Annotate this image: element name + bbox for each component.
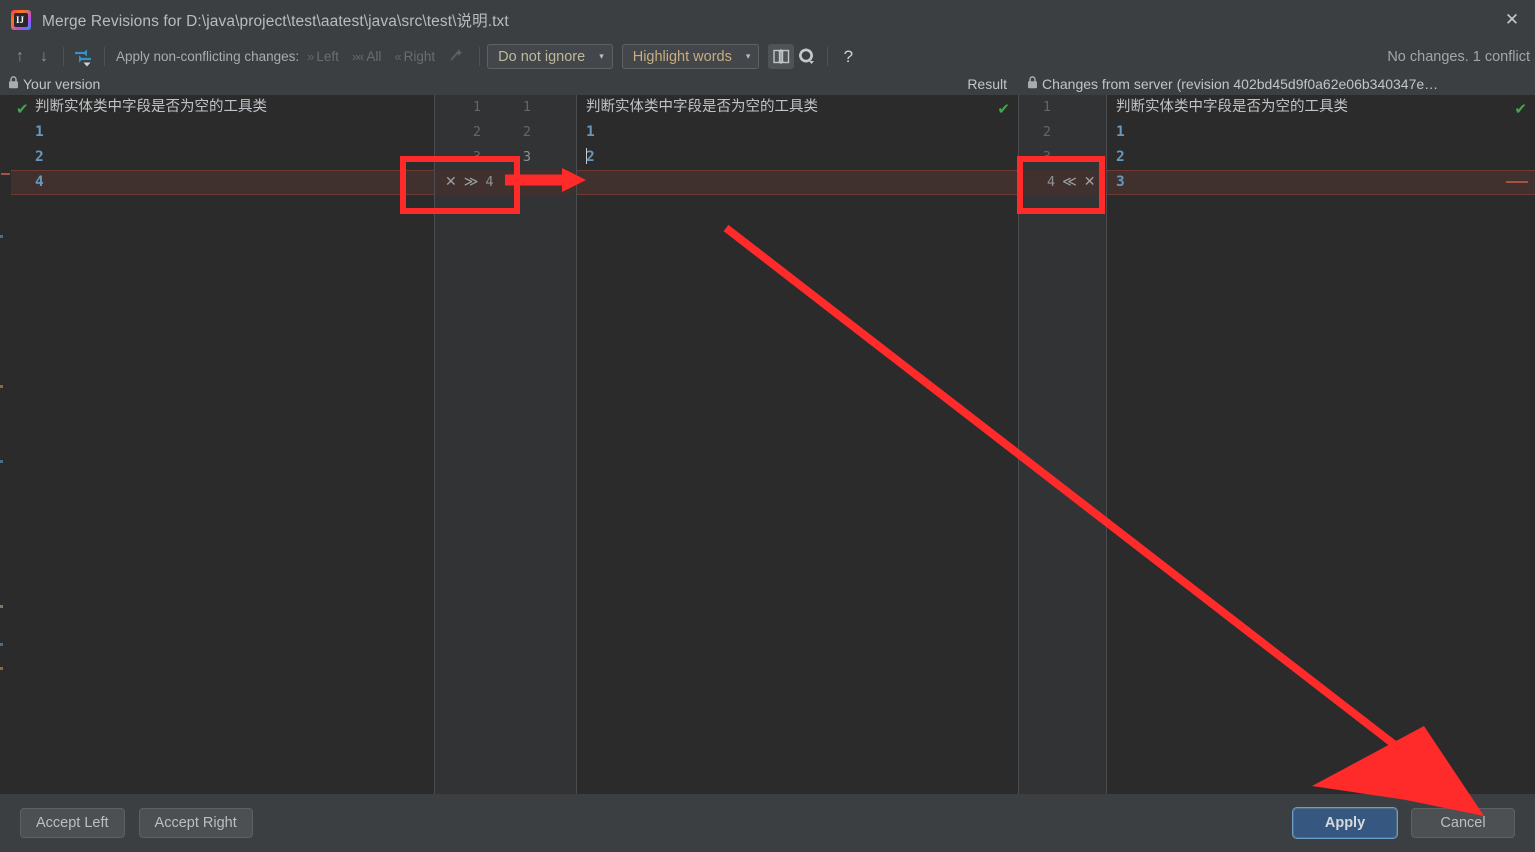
annotation-overlay bbox=[400, 156, 1484, 816]
merge-revisions-window: IJ Merge Revisions for D:\java\project\t… bbox=[0, 0, 1535, 852]
annotation-box-left bbox=[400, 156, 520, 214]
annotation-box-right bbox=[1017, 156, 1105, 214]
app-icon-label: IJ bbox=[16, 15, 25, 25]
annotation-arrow-long bbox=[723, 224, 1484, 816]
